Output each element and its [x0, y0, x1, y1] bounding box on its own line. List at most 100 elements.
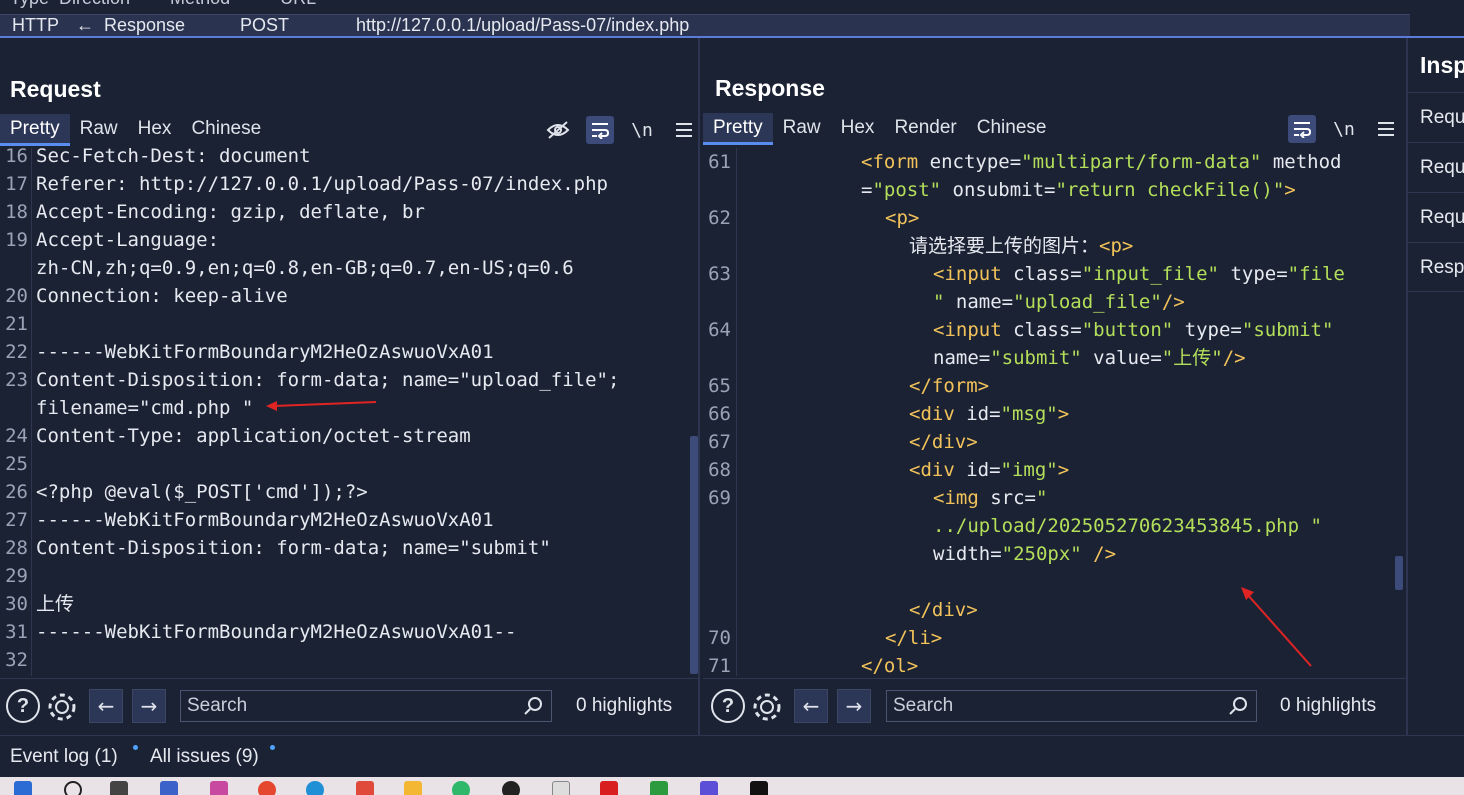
- response-tab-render[interactable]: Render: [884, 113, 966, 145]
- code-token: =: [861, 179, 873, 201]
- inspector-item-body-params[interactable]: Request body parameters: [1408, 192, 1464, 242]
- line-number: 27: [5, 509, 28, 531]
- help-icon[interactable]: ?: [6, 689, 40, 723]
- request-tab-hex[interactable]: Hex: [128, 114, 182, 146]
- response-tab-hex[interactable]: Hex: [831, 113, 885, 145]
- previous-match-button[interactable]: ←: [794, 689, 828, 723]
- code-token: >: [1057, 459, 1070, 481]
- line-number: 18: [5, 201, 28, 223]
- windows-start-icon[interactable]: [14, 781, 32, 795]
- os-taskbar: [0, 777, 1464, 795]
- next-match-button[interactable]: →: [132, 689, 166, 723]
- qq-icon[interactable]: [502, 781, 520, 795]
- code-line: Accept-Language:: [36, 229, 220, 251]
- request-search-input[interactable]: [181, 691, 551, 721]
- chrome-icon[interactable]: [258, 781, 276, 795]
- code-token: <input: [933, 319, 1014, 341]
- response-tab-pretty[interactable]: Pretty: [703, 113, 773, 145]
- menu-icon[interactable]: [1372, 115, 1400, 143]
- history-row-selected[interactable]: HTTP ← Response POST http://127.0.0.1/up…: [0, 14, 1410, 36]
- line-number: [703, 568, 731, 596]
- event-log-link[interactable]: Event log (1): [10, 746, 118, 768]
- line-number: 63: [708, 263, 731, 285]
- menu-icon[interactable]: [670, 116, 698, 144]
- line-number: 71: [708, 655, 731, 676]
- previous-match-button[interactable]: ←: [89, 689, 123, 723]
- code-token: value=: [1081, 347, 1162, 369]
- code-token: enctype=: [929, 151, 1022, 173]
- edge-icon[interactable]: [306, 781, 324, 795]
- request-editor[interactable]: 16 Sec-Fetch-Dest: document 17 Referer: htt…: [0, 148, 698, 676]
- code-line: <input class="input_file" type="file: [933, 260, 1345, 288]
- request-search-bar: ? ← → 0 highlights: [0, 678, 698, 734]
- taskbar-search-icon[interactable]: [64, 781, 82, 795]
- settings-gear-icon[interactable]: [749, 689, 785, 729]
- line-number: [0, 394, 28, 422]
- code-token: "input_file": [1081, 263, 1219, 285]
- code-token: />: [1222, 347, 1246, 369]
- inspector-item-response-headers[interactable]: Response headers: [1408, 242, 1464, 292]
- inspector-title: Inspector: [1420, 52, 1464, 78]
- request-tab-pretty[interactable]: Pretty: [0, 114, 70, 146]
- response-scrollbar[interactable]: [1395, 556, 1403, 590]
- request-search-field[interactable]: [180, 690, 552, 722]
- app-icon[interactable]: [210, 781, 228, 795]
- response-tab-raw[interactable]: Raw: [773, 113, 831, 145]
- next-match-button[interactable]: →: [837, 689, 871, 723]
- response-title: Response: [715, 75, 825, 101]
- wrap-lines-icon[interactable]: [1288, 115, 1316, 143]
- inspector-item-request-attributes[interactable]: Request attributes: [1408, 92, 1464, 142]
- response-toolbar: \n: [1288, 113, 1400, 145]
- app-icon[interactable]: [356, 781, 374, 795]
- history-type: HTTP: [12, 15, 59, 35]
- code-line: ------WebKitFormBoundaryM2HeOzAswuoVxA01: [36, 509, 494, 531]
- code-line: " name="upload_file"/>: [933, 288, 1185, 316]
- request-tab-chinese[interactable]: Chinese: [181, 114, 271, 146]
- task-view-icon[interactable]: [110, 781, 128, 795]
- hide-eye-icon[interactable]: [544, 116, 572, 144]
- code-line: <input class="button" type="submit": [933, 316, 1333, 344]
- inspector-item-query-params[interactable]: Request query parameters: [1408, 142, 1464, 192]
- code-token: 请选择要上传的图片：: [909, 235, 1100, 257]
- history-direction: ← Response: [76, 15, 186, 35]
- line-number: 67: [708, 431, 731, 453]
- code-line: Content-Disposition: form-data; name="up…: [36, 369, 620, 391]
- newline-toggle[interactable]: \n: [1330, 115, 1358, 143]
- response-editor[interactable]: 61 <form enctype="multipart/form-data" me…: [703, 148, 1406, 676]
- code-token: ": [933, 291, 945, 313]
- wechat-icon[interactable]: [452, 781, 470, 795]
- response-search-input[interactable]: [887, 691, 1256, 721]
- code-token: width=: [933, 543, 1002, 565]
- app-icon[interactable]: [750, 781, 768, 795]
- code-token: id=: [966, 403, 1001, 425]
- app-icon[interactable]: [552, 781, 570, 795]
- line-number: 31: [5, 621, 28, 643]
- settings-gear-icon[interactable]: [44, 689, 80, 729]
- help-icon[interactable]: ?: [711, 689, 745, 723]
- app-icon[interactable]: [700, 781, 718, 795]
- line-number: 30: [5, 593, 28, 615]
- request-tab-raw[interactable]: Raw: [70, 114, 128, 146]
- request-scrollbar[interactable]: [690, 436, 698, 674]
- code-token: <p>: [1099, 235, 1134, 257]
- code-token: id=: [966, 459, 1001, 481]
- code-token: />: [1161, 291, 1185, 313]
- code-token: "submit": [1241, 319, 1334, 341]
- all-issues-link[interactable]: All issues (9): [150, 746, 259, 768]
- newline-toggle[interactable]: \n: [628, 116, 656, 144]
- code-token: </ol>: [861, 655, 919, 676]
- folder-icon[interactable]: [404, 781, 422, 795]
- line-number: 26: [5, 481, 28, 503]
- response-search-field[interactable]: [886, 690, 1257, 722]
- app-icon[interactable]: [160, 781, 178, 795]
- app-icon[interactable]: [600, 781, 618, 795]
- history-table: Type Direction Method URL HTTP ← Respons…: [0, 0, 1464, 38]
- code-token: "上传": [1161, 347, 1223, 369]
- code-line: </ol>: [861, 652, 918, 676]
- response-tab-chinese[interactable]: Chinese: [967, 113, 1057, 145]
- app-icon[interactable]: [650, 781, 668, 795]
- annotation-arrow-icon: [1241, 587, 1312, 667]
- response-panel: Response Pretty Raw Hex Render Chinese \…: [703, 38, 1406, 735]
- wrap-lines-icon[interactable]: [586, 116, 614, 144]
- code-line: ------WebKitFormBoundaryM2HeOzAswuoVxA01: [36, 341, 494, 363]
